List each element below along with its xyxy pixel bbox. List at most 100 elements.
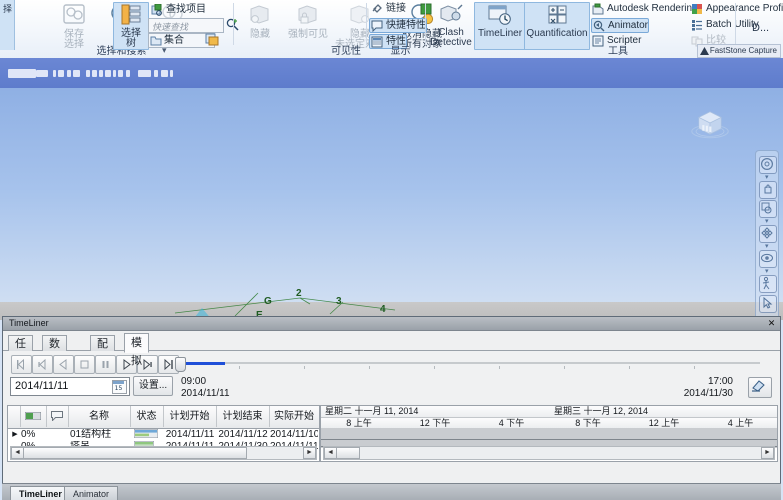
timeliner-icon — [475, 4, 525, 29]
zoom-chevron-down-icon[interactable]: ▾ — [765, 217, 769, 225]
stop-button[interactable] — [74, 355, 95, 374]
find-items-button[interactable]: 查找项目 — [150, 3, 206, 17]
zoom-icon[interactable] — [759, 200, 777, 218]
col-header-comment[interactable] — [46, 406, 69, 427]
sets-manage-button[interactable] — [205, 33, 219, 49]
col-header-progress[interactable] — [20, 406, 47, 427]
jump-to-start-button[interactable] — [11, 355, 32, 374]
tab-configure[interactable]: 配置 — [90, 335, 115, 352]
qat-blob[interactable] — [170, 70, 173, 77]
find-items-label: 查找项目 — [166, 4, 206, 15]
scroll-right-arrow-icon[interactable]: ► — [303, 447, 316, 459]
qat-blob[interactable] — [73, 70, 80, 77]
qat-blob[interactable] — [161, 70, 168, 77]
selection-tree-button[interactable]: 选择 树 — [113, 2, 149, 50]
appearance-profiler-button[interactable]: Appearance Profiler — [690, 2, 783, 16]
play-backwards-button[interactable] — [53, 355, 74, 374]
row-expander-icon[interactable]: ▶ — [10, 429, 20, 441]
ribbon: 择 保存 选择 全 选 选择 — [0, 0, 783, 59]
quick-find-input[interactable]: 快速查找 — [148, 18, 224, 33]
bottom-tab-timeliner[interactable]: TimeLiner — [10, 486, 71, 500]
tab-simulate[interactable]: 模拟 — [124, 333, 149, 353]
col-header-name[interactable]: 名称 — [68, 406, 131, 427]
sets-label: 集合 — [164, 35, 184, 46]
walk-icon[interactable] — [759, 275, 777, 293]
batch-utility-label: Batch Utility — [706, 19, 759, 30]
qat-blob[interactable] — [67, 70, 71, 77]
gantt-hscrollbar[interactable]: ◄ ► — [323, 446, 775, 460]
qat-blob[interactable] — [154, 70, 158, 77]
col-header-actual-start[interactable]: 实际开始 — [269, 406, 320, 427]
simulation-date-input[interactable]: 2014/11/11 15 — [10, 377, 130, 396]
qat-blob[interactable] — [86, 70, 90, 77]
task-table-hscrollbar[interactable]: ◄ ► — [10, 446, 317, 460]
col-header-planned-start[interactable]: 计划开始 — [163, 406, 217, 427]
qat-blob[interactable] — [36, 70, 48, 77]
rendering-icon — [592, 3, 604, 15]
timeliner-grid[interactable]: 名称 状态 计划开始 计划结束 实际开始 ▶ 0% 01结构柱 2014/11/… — [7, 405, 778, 462]
steering-wheel-icon[interactable] — [759, 156, 777, 174]
qat-blob[interactable] — [113, 70, 116, 77]
faststone-label: FastStone Capture — [710, 46, 777, 55]
ribbon-left-accent[interactable]: 择 — [0, 0, 15, 50]
3d-viewport[interactable]: TUITUISOFT 腿腿教学网 G E 2 3 4 ▾ — [0, 88, 783, 320]
qat-blob[interactable] — [92, 70, 97, 77]
gantt-hour-header: 12 上午 — [626, 417, 703, 428]
qat-blob[interactable] — [58, 70, 64, 77]
qat-blob[interactable] — [105, 70, 111, 77]
task-table[interactable]: 名称 状态 计划开始 计划结束 实际开始 ▶ 0% 01结构柱 2014/11/… — [8, 406, 319, 461]
qat-blob[interactable] — [138, 70, 151, 77]
navigation-bar[interactable]: ▾ ▾ ▾ ▾ — [755, 150, 779, 320]
step-back-fast-button[interactable] — [32, 355, 53, 374]
links-button[interactable]: 链接 — [370, 2, 406, 16]
look-chevron-down-icon[interactable]: ▾ — [765, 267, 769, 275]
hscroll-thumb[interactable] — [336, 447, 360, 459]
orbit-icon[interactable] — [759, 225, 777, 243]
quick-access-toolbar[interactable] — [0, 58, 783, 88]
qat-blob[interactable] — [8, 69, 36, 78]
orbit-chevron-down-icon[interactable]: ▾ — [765, 242, 769, 250]
clash-detective-button[interactable]: Clash Detective — [428, 2, 474, 48]
batch-utility-button[interactable]: Batch Utility — [690, 18, 759, 32]
qat-blob[interactable] — [53, 70, 56, 77]
qat-blob[interactable] — [99, 70, 103, 77]
batch-utility-icon — [691, 19, 703, 31]
slider-fill — [181, 362, 225, 365]
autodesk-rendering-button[interactable]: Autodesk Rendering — [591, 2, 698, 16]
qat-blob[interactable] — [118, 70, 123, 77]
slider-thumb[interactable] — [175, 357, 186, 372]
timeliner-panel: TimeLiner ✕ 任务 数据源 配置 模拟 — [2, 316, 781, 484]
hide-icon — [236, 3, 284, 30]
tab-tasks[interactable]: 任务 — [8, 335, 33, 352]
table-row[interactable]: ▶ 0% 01结构柱 2014/11/11 2014/11/12 2014/11… — [8, 429, 319, 441]
col-header-planned-end[interactable]: 计划结束 — [216, 406, 270, 427]
pause-button[interactable] — [95, 355, 116, 374]
pan-icon[interactable] — [759, 181, 777, 199]
simulation-slider[interactable] — [175, 357, 760, 370]
slider-track — [175, 362, 760, 364]
eraser-button[interactable] — [748, 377, 772, 398]
gantt-chart[interactable]: 星期二 十一月 11, 2014 星期三 十一月 12, 2014 8 上午 1… — [320, 406, 777, 461]
animator-button[interactable]: Animator — [591, 18, 649, 33]
timeliner-button[interactable]: TimeLiner — [474, 2, 526, 50]
gantt-hour-header: 8 下午 — [550, 417, 627, 428]
settings-button[interactable]: 设置... — [133, 376, 173, 396]
row-comment-cell[interactable] — [46, 429, 68, 441]
tab-data-sources[interactable]: 数据源 — [42, 335, 67, 352]
ribbon-group-display-title: 显示 — [368, 42, 433, 57]
hscroll-thumb[interactable] — [23, 447, 247, 459]
calendar-icon[interactable]: 15 — [112, 380, 127, 394]
qat-blob[interactable] — [126, 70, 130, 77]
bottom-tab-animator[interactable]: Animator — [64, 486, 118, 500]
col-header-status[interactable]: 状态 — [130, 406, 164, 427]
look-around-icon[interactable] — [759, 250, 777, 268]
view-cube[interactable] — [689, 102, 731, 144]
timeliner-titlebar[interactable]: TimeLiner ✕ — [3, 317, 780, 331]
quick-properties-button[interactable]: 快捷特性 — [369, 18, 427, 33]
close-icon[interactable]: ✕ — [766, 318, 777, 328]
task-table-header: 名称 状态 计划开始 计划结束 实际开始 — [8, 406, 319, 429]
wheel-chevron-down-icon[interactable]: ▾ — [765, 173, 769, 181]
scroll-right-arrow-icon[interactable]: ► — [761, 447, 774, 459]
appearance-profiler-label: Appearance Profiler — [706, 3, 783, 14]
select-arrow-icon[interactable] — [759, 295, 777, 313]
